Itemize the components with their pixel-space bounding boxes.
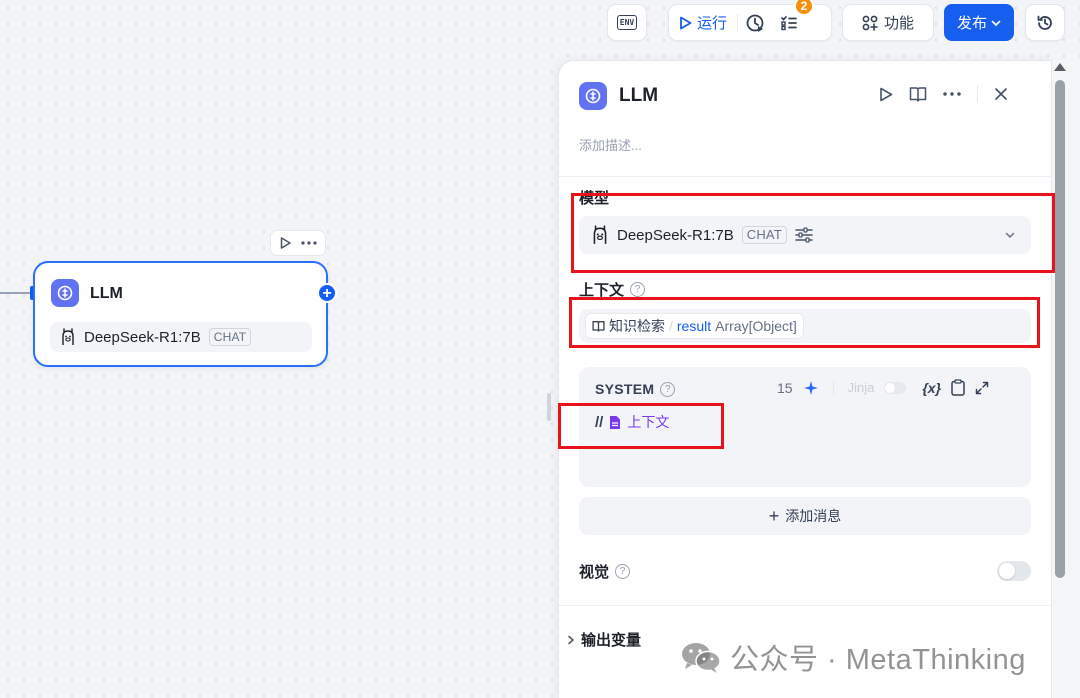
tools-divider [832,380,834,395]
scroll-up-arrow[interactable] [1054,63,1066,71]
checklist-button[interactable]: 2 [772,0,815,40]
jinja-label: Jinja [847,380,875,395]
panel-divider [559,605,1053,606]
watermark-text: 公众号 · MetaThinking [730,644,1026,676]
scrollbar-thumb[interactable] [1055,80,1065,578]
token-count: 15 [777,379,793,396]
output-variables-section[interactable]: 输出变量 [567,629,641,650]
play-icon [680,16,692,29]
panel-title[interactable]: LLM [619,85,658,107]
close-icon[interactable] [994,87,1008,101]
add-next-node-button[interactable]: + [317,283,337,303]
checklist-count-badge: 2 [794,0,815,16]
chevron-down-icon [991,20,1001,26]
node-settings-panel: LLM 添加描述... 模型 DeepSeek-R1:7B CHAT 上下文 ? [558,60,1053,698]
expand-icon[interactable] [975,381,989,395]
run-node-icon[interactable] [280,237,291,249]
run-button[interactable]: 运行 [669,12,737,33]
vision-label-text: 视觉 [579,564,610,581]
panel-resize-handle[interactable] [547,393,551,421]
features-grid-icon [862,15,878,31]
vision-toggle[interactable] [997,561,1031,581]
system-label-text: SYSTEM [595,381,655,397]
add-message-button[interactable]: + 添加消息 [579,497,1031,535]
insert-variable-button[interactable]: {x} [922,380,941,396]
llm-node[interactable]: LLM DeepSeek-R1:7B CHAT [33,261,328,367]
env-button[interactable]: ENV [607,4,647,41]
run-label: 运行 [697,15,728,32]
history-run-button[interactable] [738,6,772,40]
clock-play-icon [746,14,764,32]
more-icon[interactable] [943,92,961,96]
panel-actions [879,85,1008,103]
features-button[interactable]: 功能 [842,4,934,41]
add-message-label: 添加消息 [785,508,842,524]
chevron-right-icon [568,635,575,644]
highlight-box-model [571,193,1055,273]
ollama-icon [62,328,74,345]
node-model-chip: DeepSeek-R1:7B CHAT [50,322,312,352]
sparkle-icon[interactable] [803,380,819,396]
system-prompt-label: SYSTEM ? [595,381,676,397]
run-step-icon[interactable] [879,87,893,102]
description-input[interactable]: 添加描述... [579,135,642,154]
book-icon[interactable] [909,86,927,102]
node-action-bar [270,230,326,256]
panel-divider [559,176,1053,177]
node-model-mode-tag: CHAT [208,328,252,346]
wechat-icon [682,643,721,673]
help-icon[interactable]: ? [660,381,676,397]
features-label: 功能 [883,15,914,32]
env-icon: ENV [616,15,638,30]
highlight-box-context [569,297,1040,348]
run-toolbar-group: 运行 2 [668,0,832,41]
more-icon[interactable] [300,241,317,245]
publish-label: 发布 [956,15,987,32]
version-history-button[interactable] [1025,4,1065,41]
output-variables-label: 输出变量 [581,632,642,649]
highlight-box-prompt-reference [558,403,724,449]
publish-button[interactable]: 发布 [944,4,1014,41]
system-prompt-tools: 15 Jinja {x} [777,379,989,396]
clipboard-icon[interactable] [951,379,965,396]
panel-actions-divider [977,85,978,103]
help-icon[interactable]: ? [615,564,631,579]
jinja-toggle[interactable] [884,381,907,394]
node-title: LLM [90,285,123,302]
vision-section-label: 视觉 ? [579,561,631,582]
help-icon[interactable]: ? [630,282,646,297]
checklist-icon [781,15,797,30]
incoming-edge [0,292,34,294]
panel-llm-icon [579,82,607,110]
node-model-name: DeepSeek-R1:7B [84,328,201,346]
plus-icon: + [768,506,780,526]
history-icon [1037,15,1052,30]
llm-node-icon [51,279,79,307]
watermark: 公众号 · MetaThinking [680,636,1026,678]
